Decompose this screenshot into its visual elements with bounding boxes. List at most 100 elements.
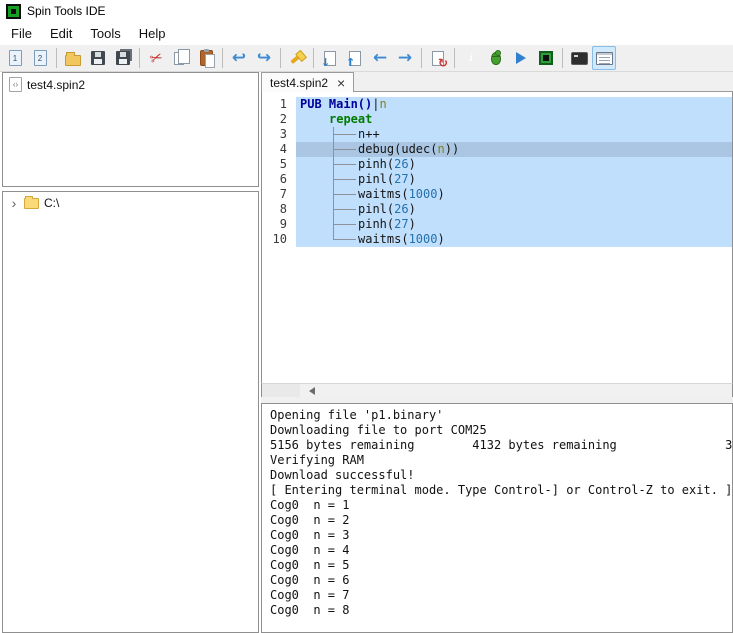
console-button[interactable] — [592, 46, 616, 70]
indent-guide — [329, 172, 358, 187]
code-line[interactable]: 3n++ — [262, 127, 732, 142]
add-document-down-button[interactable]: ↓ — [318, 46, 342, 70]
bug-icon — [491, 52, 501, 65]
indent-guide — [329, 202, 358, 217]
new-file-1-button[interactable]: 1 — [3, 46, 27, 70]
title-bar: Spin Tools IDE — [0, 0, 733, 22]
menu-help[interactable]: Help — [130, 23, 175, 44]
line-number: 5 — [262, 157, 296, 172]
code-line[interactable]: 4debug(udec(n)) — [262, 142, 732, 157]
open-folder-icon — [65, 55, 81, 66]
spin-file-icon: ‹› — [9, 77, 22, 92]
redo-button[interactable]: ↪ — [252, 46, 276, 70]
cut-button[interactable]: ✂ — [144, 46, 168, 70]
window-title: Spin Tools IDE — [27, 4, 106, 18]
info-button[interactable]: i — [459, 46, 483, 70]
code-line[interactable]: 6pinl(27) — [262, 172, 732, 187]
code-text: pinl(27) — [296, 172, 732, 187]
code-line[interactable]: 10waitms(1000) — [262, 232, 732, 247]
code-text: n++ — [296, 127, 732, 142]
run-button[interactable] — [509, 46, 533, 70]
document-arrow-down-icon: ↓ — [324, 51, 336, 66]
file-explorer-panel: › C:\ — [2, 191, 259, 633]
toolbar-separator — [280, 48, 281, 68]
forward-button[interactable]: → — [393, 46, 417, 70]
redo-icon: ↪ — [257, 50, 271, 67]
undo-button[interactable]: ↩ — [227, 46, 251, 70]
refresh-document-button[interactable]: ↻ — [426, 46, 450, 70]
tab-bar: test4.spin2 × — [261, 72, 733, 92]
line-number: 4 — [262, 142, 296, 157]
open-file-item[interactable]: ‹› test4.spin2 — [3, 73, 258, 96]
copy-button[interactable] — [169, 46, 193, 70]
tab-close-icon[interactable]: × — [337, 76, 345, 90]
console-line: Opening file 'p1.binary' — [270, 408, 732, 423]
tab-test4-spin2[interactable]: test4.spin2 × — [261, 72, 354, 92]
code-lines: 1PUB Main()|n2repeat3n++4debug(udec(n))5… — [262, 92, 732, 247]
console-line: Cog0 n = 4 — [270, 543, 732, 558]
open-button[interactable] — [61, 46, 85, 70]
document-2-icon: 2 — [34, 50, 47, 66]
code-line[interactable]: 2repeat — [262, 112, 732, 127]
indent-guide — [329, 142, 358, 157]
app-window: Spin Tools IDE File Edit Tools Help 1 2 … — [0, 0, 733, 633]
menu-tools[interactable]: Tools — [81, 23, 129, 44]
scroll-left-icon[interactable] — [309, 387, 315, 395]
torch-button[interactable] — [285, 46, 309, 70]
code-line[interactable]: 9pinh(27) — [262, 217, 732, 232]
chevron-right-icon[interactable]: › — [9, 196, 19, 210]
indent-guide — [329, 157, 358, 172]
console-line: Cog0 n = 6 — [270, 573, 732, 588]
console-icon — [596, 52, 613, 65]
program-chip-button[interactable] — [534, 46, 558, 70]
new-file-2-button[interactable]: 2 — [28, 46, 52, 70]
open-file-label: test4.spin2 — [27, 78, 85, 92]
toolbar-separator — [421, 48, 422, 68]
left-column: ‹› test4.spin2 › C:\ — [0, 72, 259, 633]
code-text: pinh(27) — [296, 217, 732, 232]
menu-edit[interactable]: Edit — [41, 23, 81, 44]
code-line[interactable]: 7waitms(1000) — [262, 187, 732, 202]
gutter-corner — [262, 384, 300, 397]
line-number: 7 — [262, 187, 296, 202]
code-text: PUB Main()|n — [296, 97, 732, 112]
line-number: 3 — [262, 127, 296, 142]
menu-file[interactable]: File — [2, 23, 41, 44]
torch-icon — [286, 47, 309, 70]
console-line: Download successful! — [270, 468, 732, 483]
refresh-document-icon: ↻ — [432, 51, 444, 66]
back-button[interactable]: ← — [368, 46, 392, 70]
editor-column: test4.spin2 × 1PUB Main()|n2repeat3n++4d… — [261, 72, 733, 633]
save-all-button[interactable] — [111, 46, 135, 70]
save-button[interactable] — [86, 46, 110, 70]
debug-button[interactable] — [484, 46, 508, 70]
toolbar-separator — [454, 48, 455, 68]
code-line[interactable]: 8pinl(26) — [262, 202, 732, 217]
line-number: 8 — [262, 202, 296, 217]
indent-guide — [329, 127, 358, 142]
code-line[interactable]: 5pinh(26) — [262, 157, 732, 172]
console-output: Opening file 'p1.binary'Downloading file… — [261, 403, 733, 633]
toolbar-separator — [562, 48, 563, 68]
code-text: repeat — [296, 112, 732, 127]
hscrollbar-track[interactable] — [300, 384, 732, 397]
paste-button[interactable] — [194, 46, 218, 70]
toolbar-separator — [139, 48, 140, 68]
editor-hscrollbar[interactable] — [261, 383, 733, 397]
explorer-root-item[interactable]: › C:\ — [3, 192, 258, 214]
chip-icon — [539, 51, 553, 65]
add-document-up-button[interactable]: ↑ — [343, 46, 367, 70]
indent-guide — [329, 232, 358, 247]
code-line[interactable]: 1PUB Main()|n — [262, 97, 732, 112]
paste-icon — [200, 50, 213, 66]
console-line: [ Entering terminal mode. Type Control-]… — [270, 483, 732, 498]
console-line: Cog0 n = 2 — [270, 513, 732, 528]
code-editor[interactable]: 1PUB Main()|n2repeat3n++4debug(udec(n))5… — [261, 92, 733, 383]
console-line: Cog0 n = 8 — [270, 603, 732, 618]
app-chip-icon — [6, 4, 21, 19]
console-line: Cog0 n = 3 — [270, 528, 732, 543]
terminal-button[interactable] — [567, 46, 591, 70]
main-area: ‹› test4.spin2 › C:\ test4.spin2 × — [0, 72, 733, 633]
folder-icon — [24, 198, 39, 209]
back-arrow-icon: ← — [373, 50, 387, 67]
